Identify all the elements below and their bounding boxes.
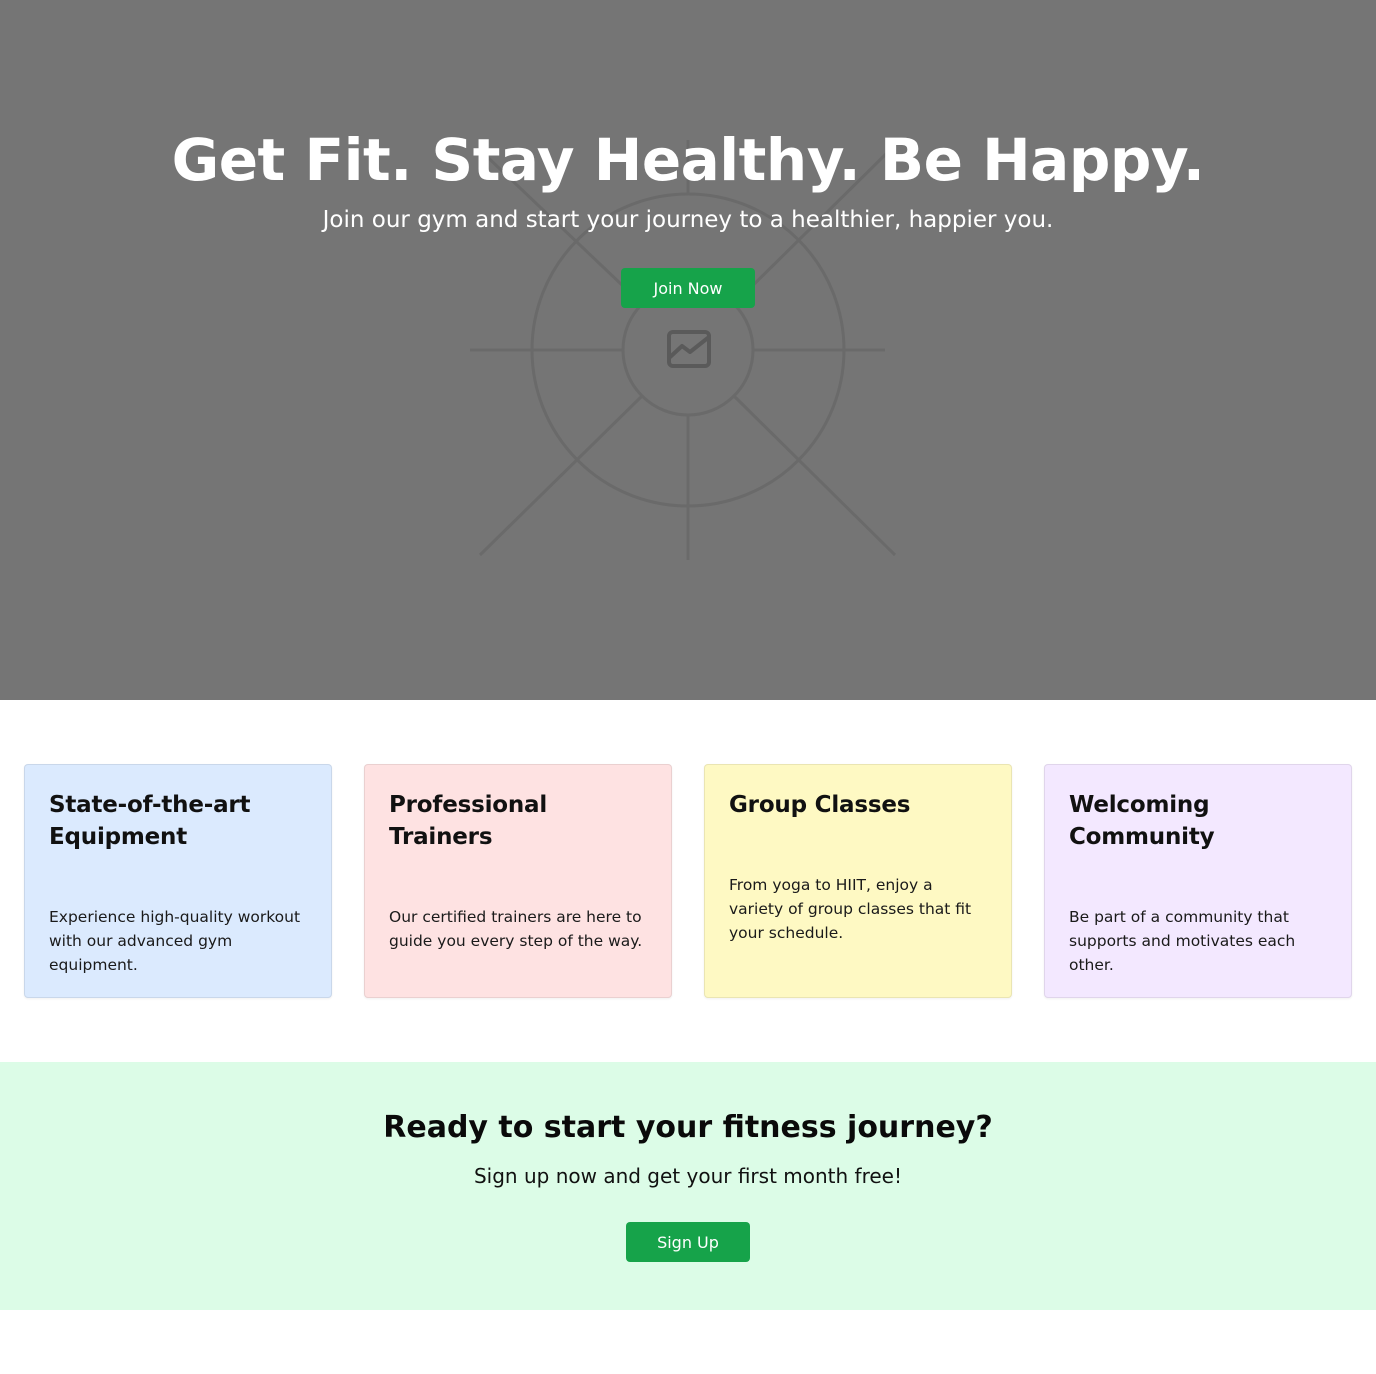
feature-card-title: Welcoming Community — [1069, 792, 1215, 850]
feature-card-equipment: State-of-the-art Equipment Experience hi… — [24, 764, 332, 998]
feature-card-description: From yoga to HIIT, enjoy a variety of gr… — [729, 876, 972, 942]
feature-card-title: State-of-the-art Equipment — [49, 792, 251, 850]
feature-card-classes: Group Classes From yoga to HIIT, enjoy a… — [704, 764, 1012, 998]
hero-title: Get Fit. Stay Healthy. Be Happy. — [171, 126, 1205, 194]
hero-background-image — [470, 140, 897, 560]
image-placeholder-icon — [667, 330, 711, 368]
feature-card-community: Welcoming Community Be part of a communi… — [1044, 764, 1352, 998]
features-section: State-of-the-art Equipment Experience hi… — [0, 700, 1376, 1062]
cta-section: Ready to start your fitness journey? Sig… — [0, 1062, 1376, 1310]
feature-card-description: Our certified trainers are here to guide… — [389, 908, 643, 950]
sign-up-button[interactable]: Sign Up — [626, 1222, 750, 1262]
cta-title: Ready to start your fitness journey? — [383, 1110, 993, 1145]
feature-card-description: Be part of a community that supports and… — [1069, 908, 1296, 974]
feature-card-trainers: Professional Trainers Our certified trai… — [364, 764, 672, 998]
feature-card-title: Group Classes — [729, 792, 911, 818]
feature-card-title: Professional Trainers — [389, 792, 548, 850]
hero-section: Get Fit. Stay Healthy. Be Happy. Join ou… — [0, 0, 1376, 700]
hero-subtitle: Join our gym and start your journey to a… — [322, 207, 1054, 233]
feature-card-description: Experience high-quality workout with our… — [49, 908, 301, 974]
join-now-button[interactable]: Join Now — [621, 268, 755, 308]
cta-subtitle: Sign up now and get your first month fre… — [473, 1164, 902, 1188]
